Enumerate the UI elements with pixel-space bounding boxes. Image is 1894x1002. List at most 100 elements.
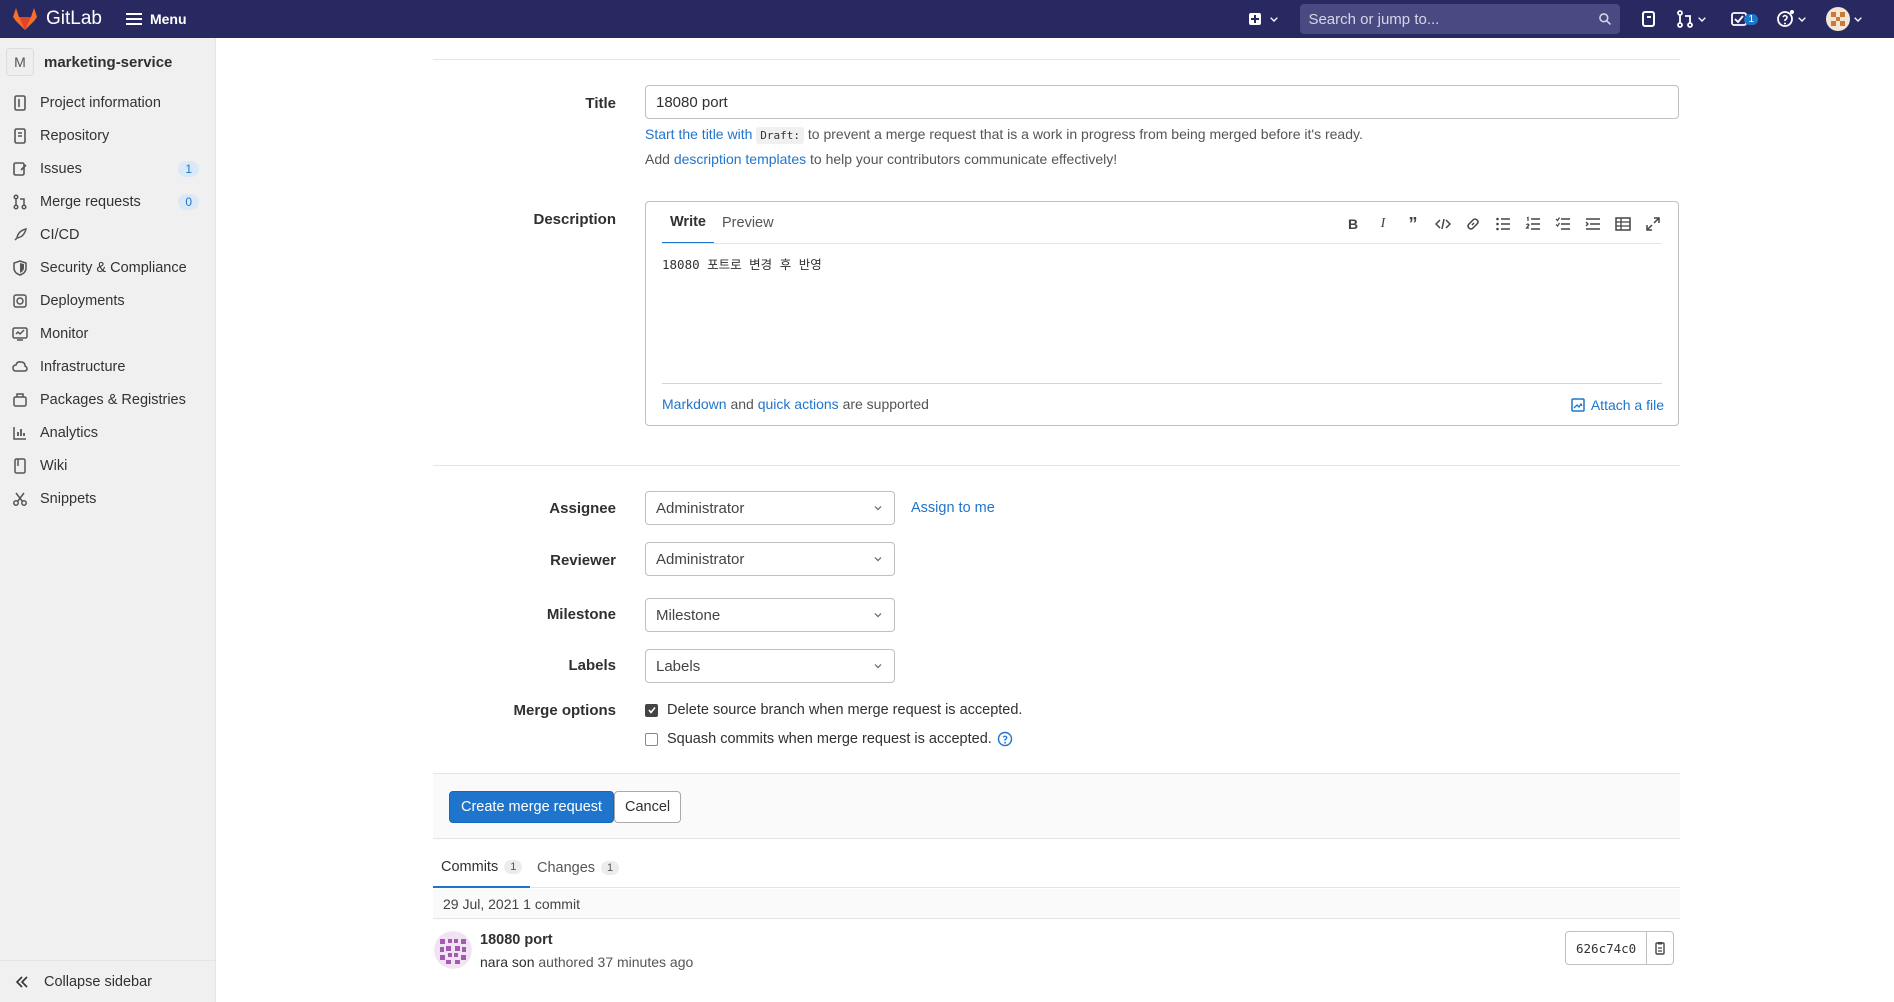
bullet-list-icon [1496, 217, 1510, 231]
sidebar-item-deployments[interactable]: Deployments [0, 284, 215, 317]
sidebar-item-wiki[interactable]: Wiki [0, 449, 215, 482]
tab-commits-label: Commits [441, 859, 499, 875]
code-button[interactable] [1428, 213, 1458, 235]
task-list-button[interactable] [1548, 213, 1578, 235]
link-button[interactable] [1458, 213, 1488, 235]
details-block-icon [1585, 218, 1600, 230]
gitlab-home-link[interactable]: GitLab [12, 7, 102, 31]
issues-icon [13, 161, 27, 176]
quick-actions-link[interactable]: quick actions [758, 396, 839, 412]
sidebar-item-issues[interactable]: Issues 1 [0, 152, 215, 185]
code-icon [1435, 218, 1451, 230]
sidebar-item-monitor[interactable]: Monitor [0, 317, 215, 350]
task-list-icon [1555, 217, 1570, 230]
description-textarea[interactable]: 18080 포트로 변경 후 반영 [662, 254, 822, 273]
merge-requests-count-badge: 0 [178, 193, 199, 210]
assignee-label: Assignee [549, 500, 616, 517]
assignee-value: Administrator [656, 499, 745, 517]
sidebar-item-repository[interactable]: Repository [0, 119, 215, 152]
tab-changes-label: Changes [537, 860, 596, 876]
sidebar-item-label: Merge requests [40, 193, 141, 210]
squash-commits-option[interactable]: Squash commits when merge request is acc… [645, 731, 1013, 747]
bullet-list-button[interactable] [1488, 213, 1518, 235]
link-icon [1467, 218, 1479, 230]
top-navbar: GitLab Menu Search or jump to... 1 [0, 0, 1894, 38]
labels-dropdown[interactable]: Labels [645, 649, 895, 683]
sidebar-item-snippets[interactable]: Snippets [0, 482, 215, 515]
chevron-down-icon [874, 506, 882, 511]
squash-commits-checkbox[interactable] [645, 732, 658, 746]
delete-source-branch-option[interactable]: Delete source branch when merge request … [645, 702, 1022, 718]
commit-sha-button[interactable]: 626c74c0 [1566, 932, 1648, 964]
sidebar-item-analytics[interactable]: Analytics [0, 416, 215, 449]
table-button[interactable] [1608, 213, 1638, 235]
chevron-down-icon [874, 613, 882, 618]
issues-icon [1642, 11, 1656, 27]
milestone-value: Milestone [656, 606, 721, 624]
sidebar-item-packages-registries[interactable]: Packages & Registries [0, 383, 215, 416]
attach-file-button[interactable]: Attach a file [1571, 397, 1664, 413]
markdown-toolbar: B I ” [1338, 213, 1668, 235]
question-circle-icon[interactable] [997, 731, 1013, 747]
tab-preview[interactable]: Preview [714, 202, 782, 244]
labels-value: Labels [656, 657, 701, 675]
sidebar-item-label: Security & Compliance [40, 259, 187, 276]
scissors-icon [13, 492, 27, 506]
sidebar-item-label: Analytics [40, 424, 99, 441]
tabs-underline [662, 243, 1662, 244]
tab-commits[interactable]: Commits 1 [433, 848, 531, 888]
commit-authored-time: authored 37 minutes ago [538, 954, 694, 970]
sidebar-item-security-compliance[interactable]: Security & Compliance [0, 251, 215, 284]
tab-changes[interactable]: Changes 1 [529, 848, 627, 888]
title-input[interactable]: 18080 port [645, 85, 1679, 119]
commits-count-badge: 1 [504, 860, 523, 874]
tab-write[interactable]: Write [662, 202, 714, 244]
collapsible-button[interactable] [1578, 213, 1608, 235]
reviewer-dropdown[interactable]: Administrator [645, 542, 895, 576]
sidebar-project-link[interactable]: M marketing-service [0, 38, 215, 86]
description-label: Description [533, 211, 616, 228]
merge-requests-nav-button[interactable] [1676, 10, 1708, 28]
collapse-sidebar-button[interactable]: Collapse sidebar [0, 960, 216, 1002]
templates-post: to help your contributors communicate ef… [810, 151, 1118, 167]
title-label: Title [585, 95, 616, 112]
sidebar-item-merge-requests[interactable]: Merge requests 0 [0, 185, 215, 218]
commit-title-link[interactable]: 18080 port [480, 932, 553, 948]
title-input-value: 18080 port [656, 93, 728, 111]
menu-button[interactable]: Menu [125, 11, 187, 27]
italic-button[interactable]: I [1368, 213, 1398, 235]
commit-author-link[interactable]: nara son [480, 954, 534, 970]
delete-source-branch-checkbox[interactable] [645, 703, 658, 717]
cancel-button[interactable]: Cancel [614, 791, 682, 823]
section-divider [433, 465, 1680, 466]
bold-icon: B [1347, 216, 1359, 232]
draft-help-link[interactable]: Start the title with [645, 126, 752, 142]
sidebar-item-label: Issues [40, 160, 82, 177]
search-icon [1599, 13, 1612, 25]
title-help-text: Start the title with Draft: to prevent a… [645, 126, 1363, 144]
help-nav-button[interactable] [1776, 10, 1808, 28]
bold-button[interactable]: B [1338, 213, 1368, 235]
gitlab-logo-icon [13, 8, 37, 30]
todos-nav-button[interactable]: 1 [1730, 10, 1758, 28]
milestone-dropdown[interactable]: Milestone [645, 598, 895, 632]
user-menu-button[interactable] [1826, 7, 1864, 31]
sidebar-item-cicd[interactable]: CI/CD [0, 218, 215, 251]
quote-button[interactable]: ” [1398, 213, 1428, 235]
new-item-dropdown[interactable] [1246, 10, 1280, 28]
search-input[interactable]: Search or jump to... [1300, 4, 1621, 34]
brand-name: GitLab [46, 8, 102, 29]
markdown-link[interactable]: Markdown [662, 396, 727, 412]
avatar[interactable] [434, 931, 472, 969]
sidebar-item-infrastructure[interactable]: Infrastructure [0, 350, 215, 383]
numbered-list-button[interactable] [1518, 213, 1548, 235]
assign-to-me-link[interactable]: Assign to me [911, 500, 995, 516]
fullscreen-button[interactable] [1638, 213, 1668, 235]
issues-nav-button[interactable] [1640, 10, 1658, 28]
assignee-dropdown[interactable]: Administrator [645, 491, 895, 525]
double-chevron-left-icon [15, 975, 28, 988]
description-templates-link[interactable]: description templates [674, 151, 806, 167]
sidebar-item-project-information[interactable]: Project information [0, 86, 215, 119]
create-merge-request-button[interactable]: Create merge request [449, 791, 615, 823]
copy-sha-button[interactable] [1647, 932, 1673, 964]
